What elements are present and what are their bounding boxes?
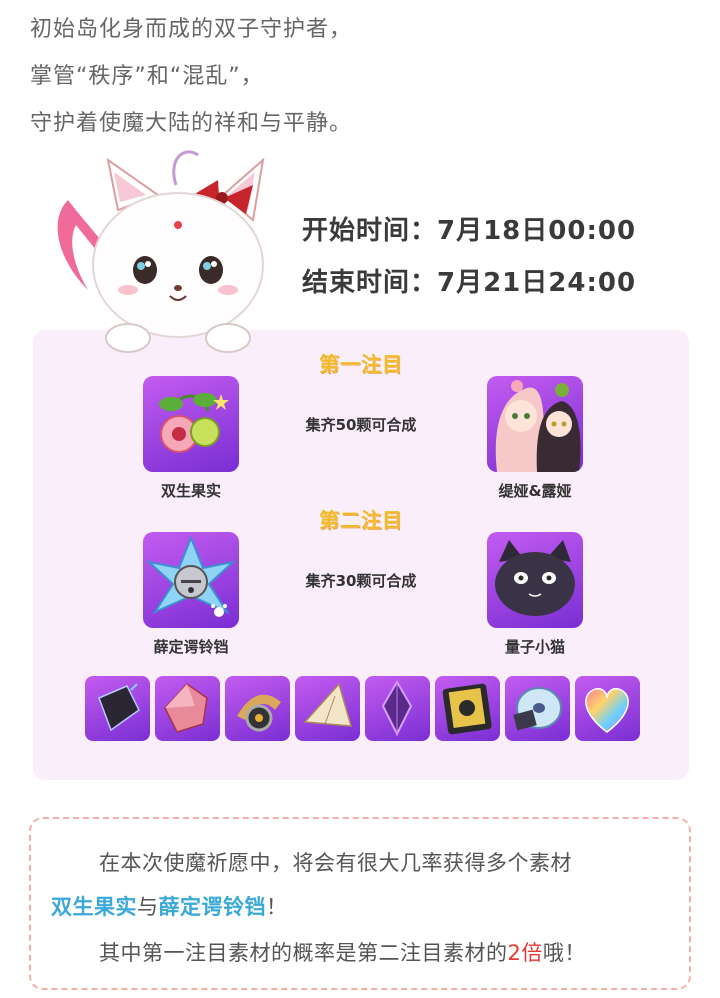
double-rate-highlight: 2倍: [507, 941, 543, 965]
twin-fruit-label: 双生果实: [160, 482, 221, 500]
intro-text: 初始岛化身而成的双子守护者， 掌管“秩序”和“混乱”， 守护着使魔大陆的祥和与平…: [30, 6, 352, 147]
note-line-1: 在本次使魔祈愿中，将会有很大几率获得多个素材: [99, 851, 572, 875]
start-time: 开始时间：7月18日00:00: [302, 216, 637, 246]
fox-mascot-image: [57, 150, 265, 353]
schrodinger-bell-label: 薛定谔铃铛: [153, 638, 229, 656]
section-1-title: 第一注目: [319, 352, 403, 376]
gear-cog-icon[interactable]: [225, 676, 290, 741]
info-note-box: 在本次使魔祈愿中，将会有很大几率获得多个素材 双生果实与薛定谔铃铛！ 其中第一注…: [29, 817, 691, 990]
schrodinger-bell-highlight: 薛定谔铃铛: [158, 895, 266, 919]
quantum-kitten-item[interactable]: 量子小猫: [487, 532, 587, 657]
crystal-shard-icon[interactable]: [295, 676, 360, 741]
red-gem-icon[interactable]: [155, 676, 220, 741]
card-deck-icon[interactable]: [435, 676, 500, 741]
tia-lua-portrait-icon: [487, 376, 583, 472]
quantum-kitten-icon: [487, 532, 583, 628]
note-exclamation: ！: [266, 895, 288, 919]
purple-crystal-icon[interactable]: [365, 676, 430, 741]
black-crystal-icon[interactable]: [85, 676, 150, 741]
intro-line-2: 掌管“秩序”和“混乱”，: [30, 64, 264, 89]
note-line-2: 双生果实与薛定谔铃铛！: [51, 891, 288, 921]
rainbow-heart-icon[interactable]: [575, 676, 640, 741]
note-line-3: 其中第一注目素材的概率是第二注目素材的2倍哦！: [99, 937, 586, 967]
twin-fruit-item[interactable]: 双生果实: [143, 376, 243, 501]
disc-icon[interactable]: [505, 676, 570, 741]
twin-fruit-icon: [143, 376, 239, 472]
note-line-3-end: 哦！: [542, 941, 586, 965]
materials-row: [85, 676, 640, 741]
note-connector: 与: [137, 895, 159, 919]
event-times: 开始时间：7月18日00:00 结束时间：7月21日24:00: [302, 205, 636, 309]
section-2-title: 第二注目: [319, 508, 403, 532]
intro-line-1: 初始岛化身而成的双子守护者，: [30, 17, 353, 42]
tia-lua-item[interactable]: 缇娅&露娅: [487, 376, 587, 501]
section-1-collect-text: 集齐50颗可合成: [305, 416, 417, 434]
schrodinger-bell-item[interactable]: 薛定谔铃铛: [143, 532, 243, 657]
twin-fruit-highlight: 双生果实: [51, 895, 137, 919]
note-line-3-text: 其中第一注目素材的概率是第二注目素材的: [99, 941, 508, 965]
schrodinger-bell-icon: [143, 532, 239, 628]
tia-lua-label: 缇娅&露娅: [498, 482, 572, 500]
section-2-collect-text: 集齐30颗可合成: [305, 572, 417, 590]
end-time: 结束时间：7月21日24:00: [302, 268, 637, 298]
quantum-kitten-label: 量子小猫: [504, 638, 565, 656]
